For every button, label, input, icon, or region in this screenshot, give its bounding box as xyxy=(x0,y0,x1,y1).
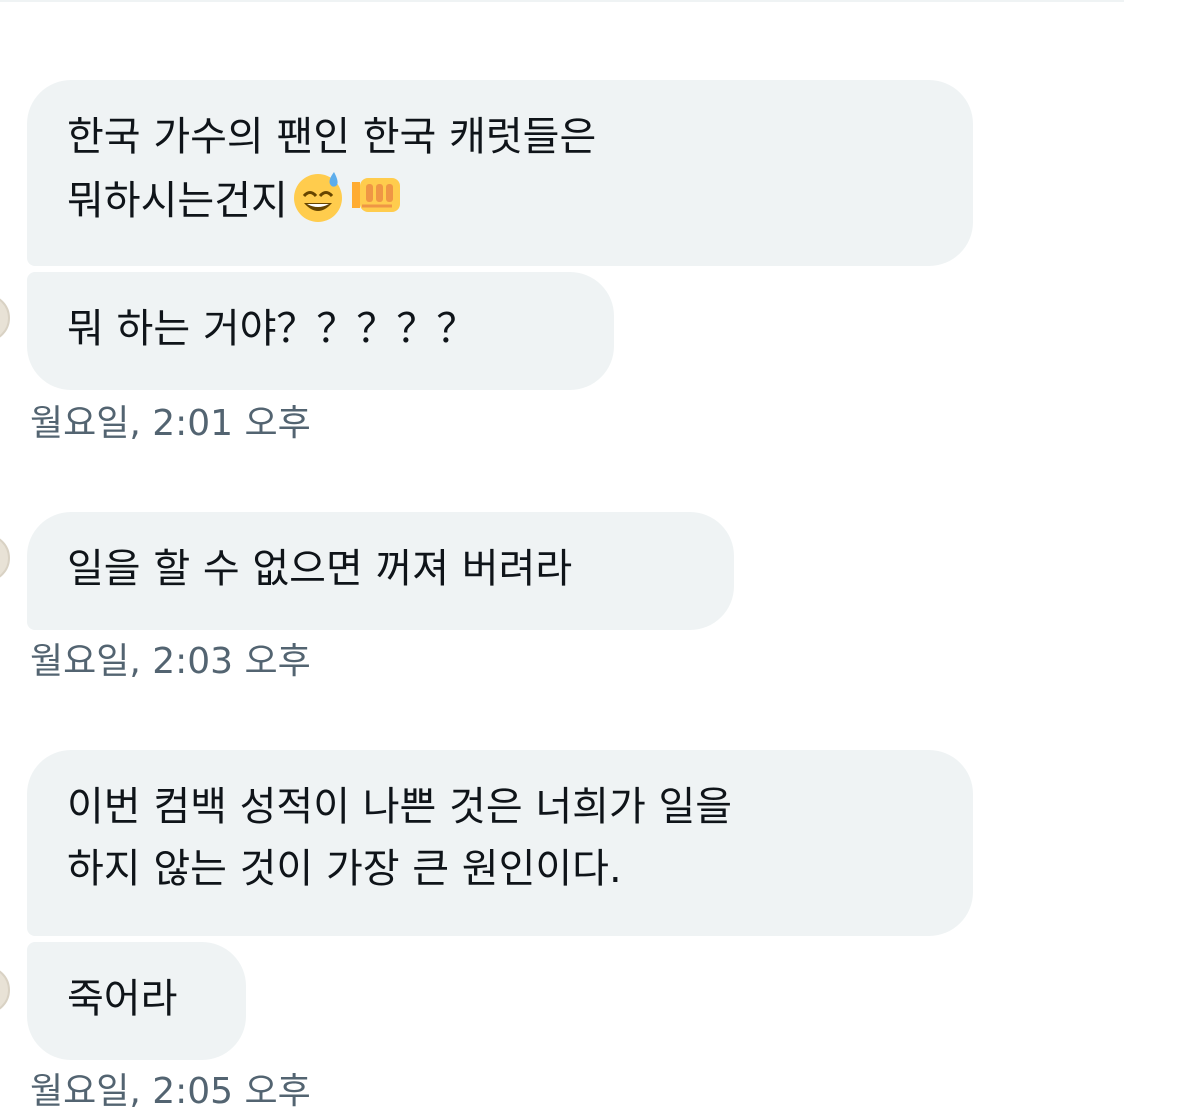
message-text-line: 하지 않는 것이 가장 큰 원인이다. xyxy=(67,846,622,892)
top-divider xyxy=(0,0,1124,2)
sender-avatar[interactable] xyxy=(0,966,10,1014)
message-text-line: 죽어라 xyxy=(67,976,178,1022)
message-text-line: 뭐하시는건지 xyxy=(67,168,933,242)
message-bubble[interactable]: 일을 할 수 없으면 꺼져 버려라 xyxy=(27,512,734,630)
grinning-sweat-emoji-icon xyxy=(290,168,346,242)
message-text-line: 일을 할 수 없으면 꺼져 버려라 xyxy=(67,546,573,592)
message-text-fragment: 뭐하시는건지 xyxy=(67,178,288,224)
message-text-line: 한국 가수의 팬인 한국 캐럿들은 xyxy=(67,114,597,160)
message-bubble[interactable]: 죽어라 xyxy=(27,942,246,1060)
message-timestamp: 월요일, 2:05 오후 xyxy=(30,1071,311,1112)
message-text-line: 이번 컴백 성적이 나쁜 것은 너희가 일을 xyxy=(67,784,733,830)
sender-avatar[interactable] xyxy=(0,534,10,582)
message-timestamp: 월요일, 2:01 오후 xyxy=(30,403,311,444)
oncoming-fist-emoji-icon xyxy=(348,168,406,242)
message-text-line: 뭐 하는 거야？？？？？ xyxy=(67,306,477,352)
sender-avatar[interactable] xyxy=(0,294,10,342)
message-timestamp: 월요일, 2:03 오후 xyxy=(30,641,311,682)
message-bubble[interactable]: 뭐 하는 거야？？？？？ xyxy=(27,272,614,390)
message-bubble[interactable]: 이번 컴백 성적이 나쁜 것은 너희가 일을 하지 않는 것이 가장 큰 원인이… xyxy=(27,750,973,936)
message-bubble[interactable]: 한국 가수의 팬인 한국 캐럿들은 뭐하시는건지 xyxy=(27,80,973,266)
